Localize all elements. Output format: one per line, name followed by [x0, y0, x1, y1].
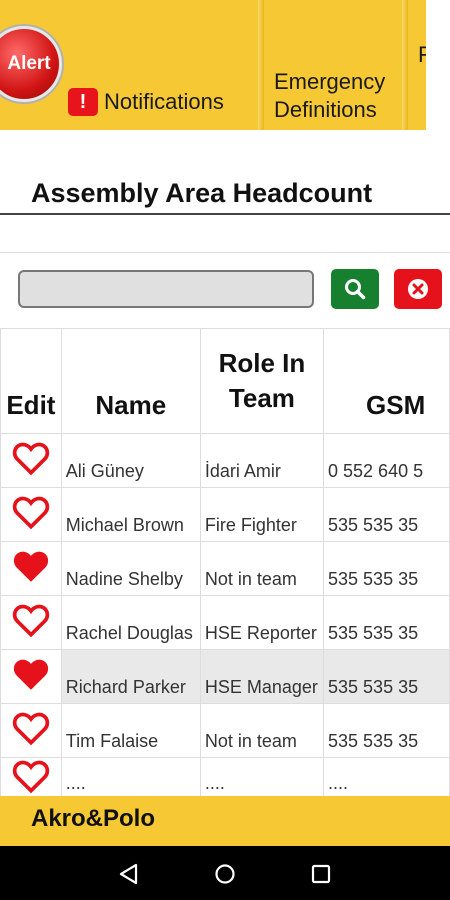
edit-cell[interactable] — [0, 595, 62, 650]
name-cell: Rachel Douglas — [60, 595, 201, 650]
table-row[interactable]: Tim Falaise Not in team 535 535 35 — [0, 703, 450, 758]
notification-alert-icon: ! — [68, 88, 98, 116]
gsm-cell: 535 535 35 — [323, 487, 450, 542]
tab-divider — [402, 0, 408, 130]
gsm-cell: 535 535 35 — [323, 649, 450, 704]
table-row-selected[interactable]: Richard Parker HSE Manager 535 535 35 — [0, 649, 450, 704]
column-header-gsm: GSM — [323, 328, 450, 434]
gsm-cell: 535 535 35 — [323, 595, 450, 650]
edit-cell[interactable] — [0, 487, 62, 542]
column-header-name: Name — [60, 328, 201, 434]
table-row[interactable]: Rachel Douglas HSE Reporter 535 535 35 — [0, 595, 450, 650]
emergency-definitions-tab[interactable]: Emergency Definitions — [274, 68, 385, 124]
heart-icon[interactable] — [12, 495, 50, 530]
role-cell: Not in team — [199, 703, 325, 758]
heart-icon[interactable] — [12, 441, 50, 476]
clear-search-button[interactable] — [394, 269, 442, 309]
gsm-cell: 0 552 640 5 — [323, 433, 450, 488]
table-row[interactable]: Nadine Shelby Not in team 535 535 35 — [0, 541, 450, 596]
role-cell: .... — [199, 757, 325, 800]
tab-divider — [258, 0, 264, 130]
table-row[interactable]: Michael Brown Fire Fighter 535 535 35 — [0, 487, 450, 542]
column-header-role-line1: Role In — [218, 348, 306, 378]
next-tab-partial[interactable]: F — [418, 42, 426, 68]
page-title: Assembly Area Headcount — [31, 178, 373, 208]
system-navigation-bar — [0, 846, 450, 900]
clear-icon — [408, 279, 428, 299]
column-header-role: Role In Team — [199, 328, 325, 434]
name-cell: Tim Falaise — [60, 703, 201, 758]
column-header-edit: Edit — [0, 328, 62, 434]
name-cell: Ali Güney — [60, 433, 201, 488]
name-cell: Michael Brown — [60, 487, 201, 542]
emergency-definitions-label-line1: Emergency — [274, 69, 386, 94]
name-cell: .... — [60, 757, 201, 800]
gsm-cell: .... — [323, 757, 450, 800]
role-cell: Not in team — [199, 541, 325, 596]
name-cell: Nadine Shelby — [60, 541, 201, 596]
role-cell: Fire Fighter — [199, 487, 325, 542]
notifications-tab[interactable]: ! Notifications — [68, 88, 224, 116]
edit-cell[interactable] — [0, 757, 62, 800]
back-icon[interactable] — [118, 863, 140, 885]
heart-icon[interactable] — [12, 711, 50, 746]
role-cell: İdari Amir — [199, 433, 325, 488]
company-name: Akro&Polo — [31, 805, 156, 832]
name-cell: Richard Parker — [60, 649, 201, 704]
table-row[interactable]: .... .... .... — [0, 757, 450, 800]
role-cell: HSE Manager — [199, 649, 325, 704]
table-row[interactable]: Ali Güney İdari Amir 0 552 640 5 — [0, 433, 450, 488]
edit-cell[interactable] — [0, 703, 62, 758]
column-header-role-line2: Team — [228, 383, 295, 413]
edit-cell[interactable] — [0, 649, 62, 704]
gsm-cell: 535 535 35 — [323, 703, 450, 758]
alert-label: Alert — [7, 53, 51, 74]
gsm-cell: 535 535 35 — [323, 541, 450, 596]
heart-icon[interactable] — [12, 549, 50, 583]
recents-icon[interactable] — [311, 864, 331, 884]
edit-cell[interactable] — [0, 541, 62, 596]
title-divider — [0, 213, 450, 215]
search-input[interactable] — [18, 270, 314, 308]
notifications-label: Notifications — [104, 89, 224, 114]
alert-button[interactable]: Alert — [0, 26, 62, 102]
role-cell: HSE Reporter — [199, 595, 325, 650]
search-button[interactable] — [331, 269, 379, 309]
emergency-definitions-label-line2: Definitions — [274, 97, 377, 122]
home-icon[interactable] — [214, 863, 236, 885]
table-header-row: Edit Name Role In Team GSM — [0, 328, 450, 434]
top-navigation-bar: Alert ! Notifications Emergency Definiti… — [0, 0, 426, 130]
search-icon — [345, 279, 366, 300]
edit-cell[interactable] — [0, 433, 62, 488]
headcount-table: Edit Name Role In Team GSM Ali Güney İda… — [0, 328, 450, 800]
heart-icon[interactable] — [12, 657, 50, 691]
heart-icon[interactable] — [12, 759, 50, 794]
footer-bar: Akro&Polo — [0, 796, 450, 846]
heart-icon[interactable] — [12, 603, 50, 638]
